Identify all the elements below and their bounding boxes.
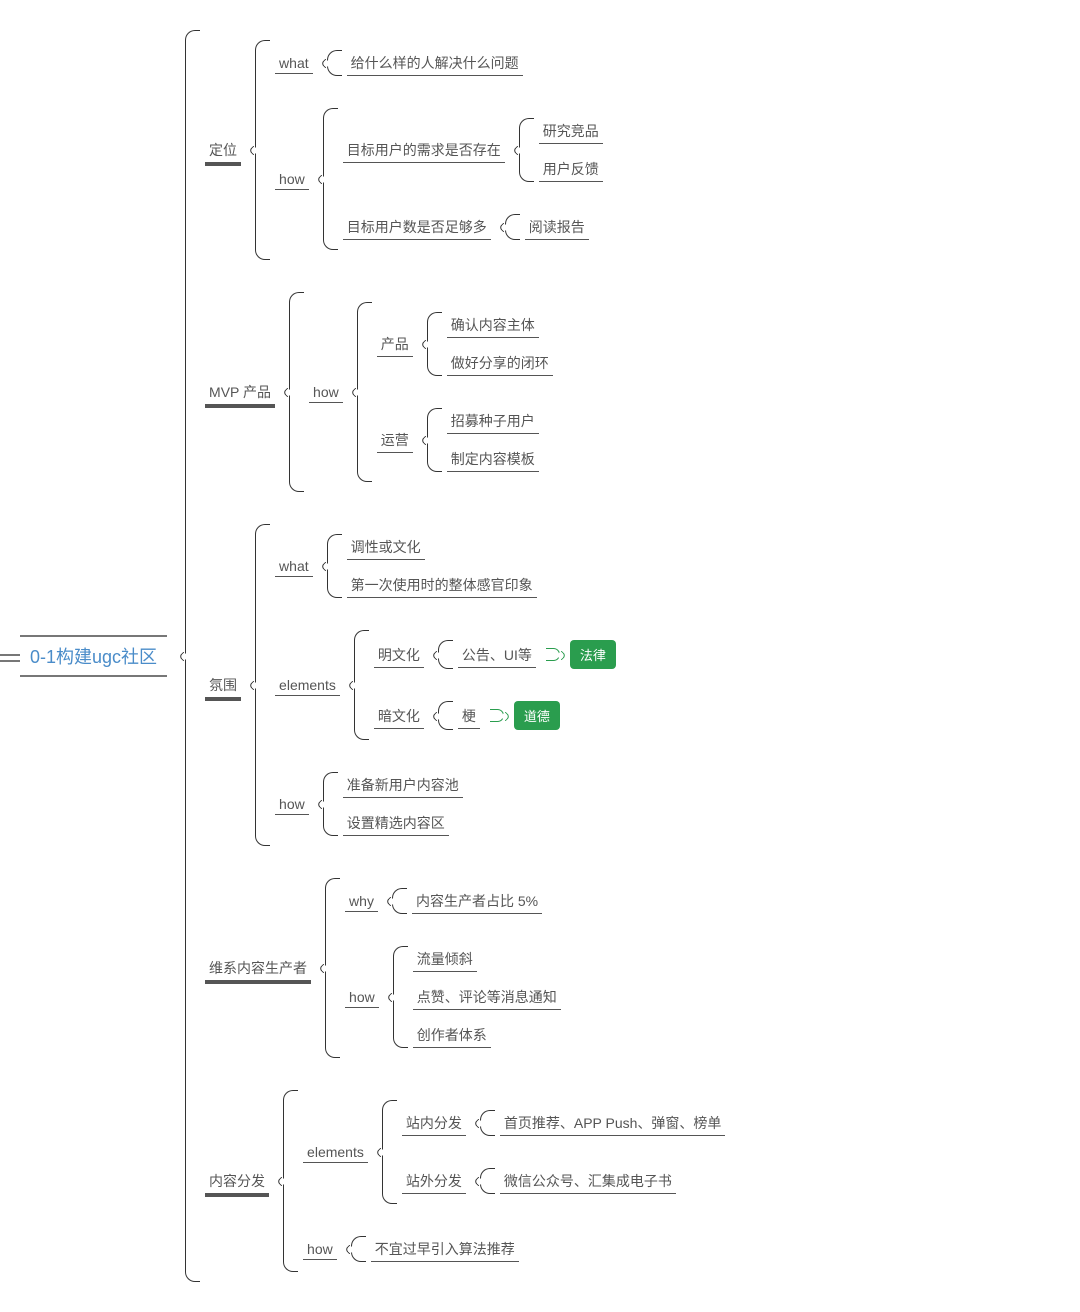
leaf: 准备新用户内容池 [343,772,463,798]
positioning-how-children: 目标用户的需求是否存在 研究竞品 用户反馈 目标用户数是否足够多 阅读报告 [323,98,605,260]
producers-children: why 内容生产者占比 5% how 流量倾斜 点赞、评论等消息通知 创作者体系 [325,868,563,1068]
leaf: 站内分发 [402,1110,466,1136]
branch-distribution: 内容分发 elements 站内分发 首页推荐、APP Push、弹窗、榜单 站… [205,1080,727,1282]
branch-positioning: 定位 what 给什么样的人解决什么问题 how 目标用户的需求是否存在 研究竞… [205,30,727,270]
atmosphere-what: what 调性或文化 第一次使用时的整体感官印象 [275,524,616,608]
distribution-elements: elements 站内分发 首页推荐、APP Push、弹窗、榜单 站外分发 微… [303,1090,727,1214]
atmosphere-how: how 准备新用户内容池 设置精选内容区 [275,762,616,846]
need-enough: 目标用户数是否足够多 阅读报告 [343,204,605,250]
mvp-how-children: 产品 确认内容主体 做好分享的闭环 运营 招募种子用户 制定内容模板 [357,292,555,492]
right-brace: 道德 [490,701,560,730]
node-mvp: MVP 产品 [205,379,275,406]
brace-icon [490,707,504,724]
branch-atmosphere: 氛围 what 调性或文化 第一次使用时的整体感官印象 elements 明文化 [205,514,727,856]
in-site-children: 首页推荐、APP Push、弹窗、榜单 [480,1100,728,1146]
leaf: 目标用户的需求是否存在 [343,137,505,163]
leaf: 招募种子用户 [447,408,539,434]
leaf: 做好分享的闭环 [447,350,553,376]
mvp-product-children: 确认内容主体 做好分享的闭环 [427,302,555,386]
producers-how-children: 流量倾斜 点赞、评论等消息通知 创作者体系 [393,936,563,1058]
leaf: 微信公众号、汇集成电子书 [500,1168,676,1194]
producers-why-children: 内容生产者占比 5% [392,878,544,924]
mvp-children: how 产品 确认内容主体 做好分享的闭环 运营 招募种子 [289,282,555,502]
leaf: 产品 [377,331,413,357]
positioning-what-children: 给什么样的人解决什么问题 [327,40,525,86]
atmosphere-children: what 调性或文化 第一次使用时的整体感官印象 elements 明文化 [255,514,616,856]
right-brace: 法律 [546,640,616,669]
need-exist-children: 研究竞品 用户反馈 [519,108,605,192]
leaf: 阅读报告 [525,214,589,240]
leaf: 确认内容主体 [447,312,539,338]
leaf: 给什么样的人解决什么问题 [347,50,523,76]
an-culture: 暗文化 梗 道德 [374,691,616,740]
leaf: 首页推荐、APP Push、弹窗、榜单 [500,1110,726,1136]
leaf: 流量倾斜 [413,946,477,972]
mvp-operation-children: 招募种子用户 制定内容模板 [427,398,541,482]
tag-law: 法律 [570,640,616,669]
leaf: 第一次使用时的整体感官印象 [347,572,537,598]
leaf: 设置精选内容区 [343,810,449,836]
leaf: 梗 [458,703,480,729]
out-site-children: 微信公众号、汇集成电子书 [480,1158,678,1204]
node-producers: 维系内容生产者 [205,955,311,982]
node-how: how [345,986,379,1008]
distribution-children: elements 站内分发 首页推荐、APP Push、弹窗、榜单 站外分发 微… [283,1080,727,1282]
distribution-how: how 不宜过早引入算法推荐 [303,1226,727,1272]
distribution-how-children: 不宜过早引入算法推荐 [351,1226,521,1272]
root-node: 0-1构建ugc社区 [20,635,167,677]
leaf: 运营 [377,427,413,453]
ming-culture: 明文化 公告、UI等 法律 [374,630,616,679]
out-site: 站外分发 微信公众号、汇集成电子书 [402,1158,728,1204]
node-how: how [275,168,309,190]
producers-why: why 内容生产者占比 5% [345,878,563,924]
node-what: what [275,52,313,74]
mvp-how: how 产品 确认内容主体 做好分享的闭环 运营 招募种子 [309,292,555,492]
positioning-what: what 给什么样的人解决什么问题 [275,40,605,86]
leaf: 暗文化 [374,703,424,729]
positioning-children: what 给什么样的人解决什么问题 how 目标用户的需求是否存在 研究竞品 用… [255,30,605,270]
node-elements: elements [303,1141,368,1163]
leaf: 目标用户数是否足够多 [343,214,491,240]
mindmap: 0-1构建ugc社区 定位 what 给什么样的人解决什么问题 how 目标用户… [20,20,1060,1292]
need-enough-children: 阅读报告 [505,204,591,250]
in-site: 站内分发 首页推荐、APP Push、弹窗、榜单 [402,1100,728,1146]
leaf: 明文化 [374,642,424,668]
leaf: 内容生产者占比 5% [412,888,542,914]
node-why: why [345,890,378,912]
leaf: 创作者体系 [413,1022,491,1048]
root-children: 定位 what 给什么样的人解决什么问题 how 目标用户的需求是否存在 研究竞… [185,20,727,1292]
leaf: 公告、UI等 [458,642,536,668]
mvp-product: 产品 确认内容主体 做好分享的闭环 [377,302,555,386]
leaf: 用户反馈 [539,156,603,182]
leaf: 不宜过早引入算法推荐 [371,1236,519,1262]
node-how: how [309,381,343,403]
node-elements: elements [275,674,340,696]
leaf: 点赞、评论等消息通知 [413,984,561,1010]
branch-producers: 维系内容生产者 why 内容生产者占比 5% how 流量倾斜 点赞、评论等消息… [205,868,727,1068]
leaf: 制定内容模板 [447,446,539,472]
mvp-operation: 运营 招募种子用户 制定内容模板 [377,398,555,482]
distribution-elements-children: 站内分发 首页推荐、APP Push、弹窗、榜单 站外分发 微信公众号、汇集成电… [382,1090,728,1214]
positioning-how: how 目标用户的需求是否存在 研究竞品 用户反馈 目标用户数是否足够多 [275,98,605,260]
node-positioning: 定位 [205,137,241,164]
node-atmosphere: 氛围 [205,672,241,699]
leaf: 调性或文化 [347,534,425,560]
node-how: how [303,1238,337,1260]
tag-moral: 道德 [514,701,560,730]
atmosphere-elements-children: 明文化 公告、UI等 法律 [354,620,616,750]
leaf: 研究竞品 [539,118,603,144]
brace-icon [546,646,560,663]
ming-children: 公告、UI等 法律 [438,630,616,679]
node-what: what [275,555,313,577]
atmosphere-how-children: 准备新用户内容池 设置精选内容区 [323,762,465,846]
producers-how: how 流量倾斜 点赞、评论等消息通知 创作者体系 [345,936,563,1058]
need-exist: 目标用户的需求是否存在 研究竞品 用户反馈 [343,108,605,192]
leaf: 站外分发 [402,1168,466,1194]
atmosphere-elements: elements 明文化 公告、UI等 法律 [275,620,616,750]
node-distribution: 内容分发 [205,1168,269,1195]
atmosphere-what-children: 调性或文化 第一次使用时的整体感官印象 [327,524,539,608]
branch-mvp: MVP 产品 how 产品 确认内容主体 做好分享的闭环 运营 [205,282,727,502]
node-how: how [275,793,309,815]
an-children: 梗 道德 [438,691,560,740]
